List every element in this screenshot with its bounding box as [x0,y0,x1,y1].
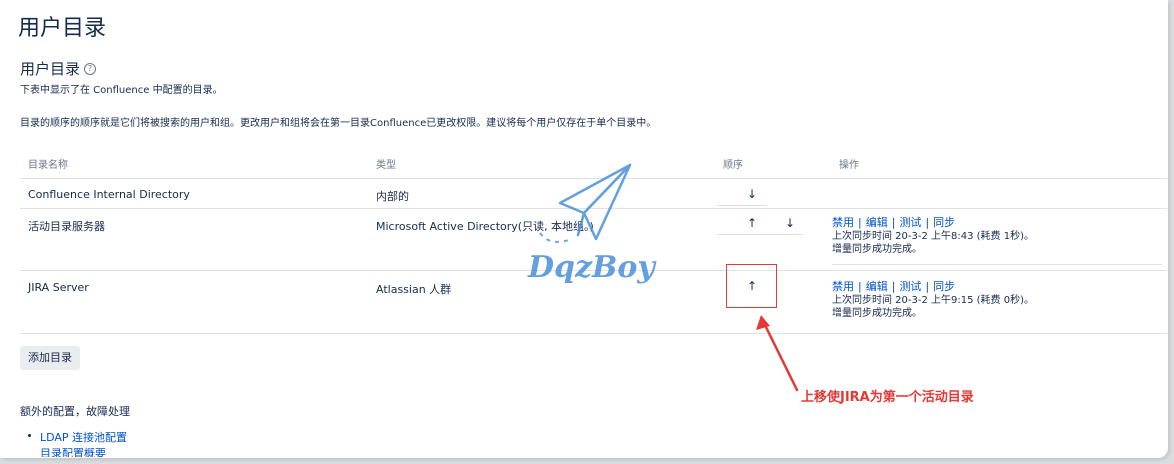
row-2-order-cell: ↑ ↓ [717,210,803,235]
help-icon[interactable]: ? [84,63,97,75]
move-up-icon[interactable]: ↑ [747,216,757,230]
highlight-box [726,264,777,308]
row-3-name: JIRA Server [28,281,89,294]
dash-trail [539,232,573,243]
row-1-type: 内部的 [376,190,409,203]
row-3-sync-status: 增量同步成功完成。 [832,308,922,319]
section-info: 目录的顺序的顺序就是它们将被搜索的用户和组。更改用户和组将会在第一目录Confl… [20,118,657,129]
watermark-text: DqzBoy [527,250,657,285]
move-down-icon[interactable]: ↓ [785,216,795,230]
row-1-order-cell: ↓ [717,181,767,206]
row-2-action-links: 禁用 | 编辑 | 测试 | 同步 [832,216,956,229]
move-down-icon[interactable]: ↓ [747,187,757,201]
annotation-arrow [756,315,799,392]
row-2-name: 活动目录服务器 [28,220,105,233]
test-link[interactable]: 测试 [899,280,921,293]
row-3-action-links: 禁用 | 编辑 | 测试 | 同步 [832,280,956,293]
disable-link[interactable]: 禁用 [832,280,854,293]
list-item: LDAP 连接池配置 [28,429,127,445]
header-order: 顺序 [723,160,743,171]
test-link[interactable]: 测试 [899,216,921,229]
header-name: 目录名称 [28,160,68,171]
bullet-icon [28,434,31,437]
header-actions: 操作 [839,160,859,171]
edit-link[interactable]: 编辑 [866,280,888,293]
row-3-type: Atlassian 人群 [376,283,452,296]
section-title: 用户目录? [20,58,97,79]
paper-plane-icon [558,163,632,241]
section-description: 下表中显示了在 Confluence 中配置的目录。 [20,85,223,96]
ldap-pool-link[interactable]: LDAP 连接池配置 [40,431,127,444]
row-1-name: Confluence Internal Directory [28,188,190,201]
directory-summary-link[interactable]: 目录配置概要 [40,447,106,457]
sync-link[interactable]: 同步 [933,280,955,293]
row-3-sync-time: 上次同步时间 20-3-2 上午9:15 (耗费 0秒)。 [832,295,1035,306]
disable-link[interactable]: 禁用 [832,216,854,229]
row-3-actions: 禁用 | 编辑 | 测试 | 同步 上次同步时间 20-3-2 上午9:15 (耗费 0秒)… [832,278,1162,328]
sync-link[interactable]: 同步 [933,216,955,229]
list-item: 目录配置概要 [40,445,106,457]
row-2-sync-status: 增量同步成功完成。 [832,244,922,255]
table-bottom-divider [20,333,1167,334]
watermark-logo: DqzBoy [527,163,657,285]
edit-link[interactable]: 编辑 [866,216,888,229]
add-directory-button[interactable]: 添加目录 [20,346,80,370]
row-2-actions: 禁用 | 编辑 | 测试 | 同步 上次同步时间 20-3-2 上午8:43 (耗费 1秒)… [832,214,1162,265]
row-2-sync-time: 上次同步时间 20-3-2 上午8:43 (耗费 1秒)。 [832,231,1035,242]
page-title: 用户目录 [18,16,107,41]
section-title-text: 用户目录 [20,60,81,78]
annotation-text: 上移使JIRA为第一个活动目录 [801,390,974,405]
extra-config-title: 额外的配置，故障处理 [20,405,130,418]
main-frame: 用户目录 用户目录? 下表中显示了在 Confluence 中配置的目录。 目录… [0,0,1168,458]
header-type: 类型 [376,160,396,171]
